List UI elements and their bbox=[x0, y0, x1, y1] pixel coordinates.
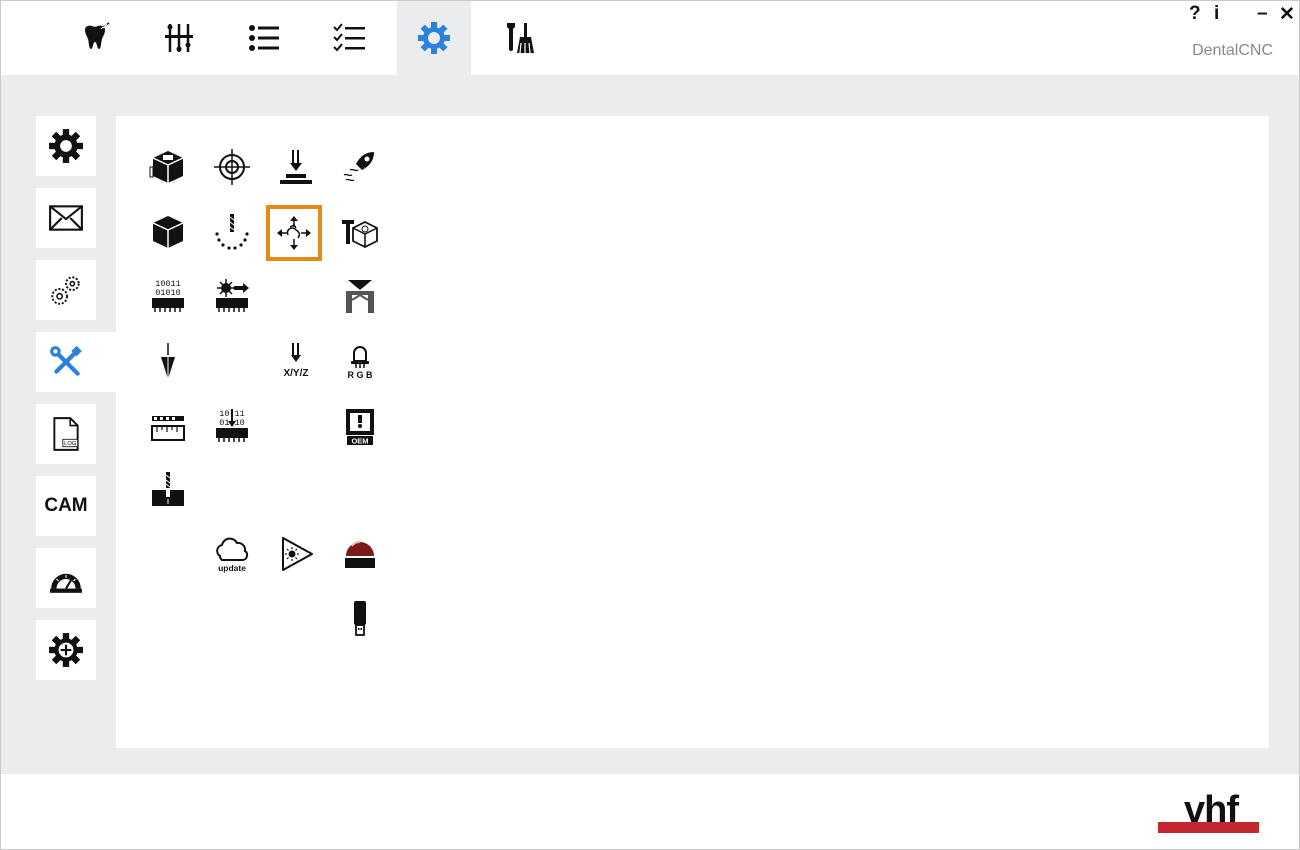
cloud-update-icon: update bbox=[216, 537, 249, 573]
tab-checklist[interactable] bbox=[312, 1, 386, 75]
help-button[interactable]: ? bbox=[1189, 3, 1201, 25]
tool-length-button[interactable] bbox=[274, 145, 318, 189]
usb-button[interactable] bbox=[338, 596, 382, 640]
axis-move-button[interactable] bbox=[266, 205, 322, 261]
ruler-button[interactable] bbox=[146, 404, 190, 448]
blank-box-button[interactable] bbox=[146, 145, 190, 189]
clamp-icon bbox=[346, 280, 374, 313]
top-toolbar: ? i – ✕ DentalCNC bbox=[1, 1, 1299, 75]
tab-list[interactable] bbox=[227, 1, 301, 75]
envelope-icon bbox=[49, 205, 83, 231]
usb-stick-icon bbox=[354, 601, 366, 636]
info-button[interactable]: i bbox=[1214, 3, 1219, 25]
box-3d-icon bbox=[149, 151, 184, 183]
ruler-icon bbox=[151, 416, 185, 441]
gear-plus-icon bbox=[49, 633, 83, 667]
list-icon bbox=[249, 25, 279, 51]
chip-import-icon: 10 1101 10 bbox=[216, 409, 248, 442]
cloud-update-button[interactable]: update bbox=[210, 532, 254, 576]
rgb-led-button[interactable]: R G B bbox=[338, 339, 382, 383]
crosshair-icon bbox=[214, 149, 250, 185]
xyz-label: X/Y/Z bbox=[283, 368, 308, 379]
sidebar-item-gears[interactable] bbox=[36, 260, 96, 320]
cube-button[interactable] bbox=[146, 210, 190, 254]
axis-move-icon bbox=[277, 216, 311, 250]
status-lamp-icon bbox=[345, 541, 375, 568]
hammer-box-button[interactable] bbox=[338, 210, 382, 254]
firmware-button[interactable]: 10011 01010 bbox=[146, 274, 190, 318]
xyz-probe-button[interactable]: X/Y/Z bbox=[274, 339, 318, 383]
vhf-logo: vhf bbox=[1158, 790, 1260, 834]
chip-export-icon bbox=[216, 279, 249, 312]
log-file-icon: LOG bbox=[53, 417, 79, 451]
sidebar-item-settings[interactable] bbox=[36, 116, 96, 176]
log-label: LOG bbox=[64, 441, 77, 447]
mill-block-icon bbox=[152, 472, 184, 506]
drill-path-button[interactable] bbox=[210, 210, 254, 254]
protractor-icon bbox=[50, 573, 82, 593]
clamp-button[interactable] bbox=[338, 274, 382, 318]
cam-label: CAM bbox=[44, 495, 88, 516]
tooth-icon bbox=[85, 22, 110, 49]
maintenance-tools-icon bbox=[507, 23, 534, 54]
tools-icon bbox=[50, 345, 82, 376]
gears-icon bbox=[51, 276, 80, 305]
update-label: update bbox=[218, 563, 246, 573]
firmware-export-button[interactable] bbox=[210, 274, 254, 318]
oem-label: OEM bbox=[351, 437, 368, 446]
binary-label-b: 01010 bbox=[155, 288, 181, 298]
tab-settings[interactable] bbox=[397, 1, 471, 75]
xyz-probe-icon: X/Y/Z bbox=[283, 343, 309, 379]
gear-icon bbox=[49, 129, 83, 163]
settings-panel bbox=[116, 116, 1269, 748]
plumb-bob-icon bbox=[161, 343, 175, 379]
minimize-button[interactable]: – bbox=[1257, 3, 1268, 25]
checklist-icon bbox=[333, 23, 365, 52]
sliders-icon bbox=[165, 24, 193, 52]
oem-icon: OEM bbox=[346, 409, 374, 446]
sidebar-item-extensions[interactable] bbox=[36, 620, 96, 680]
tab-tooth[interactable] bbox=[58, 1, 132, 75]
status-light-button[interactable] bbox=[338, 532, 382, 576]
gear-icon bbox=[418, 22, 450, 54]
logo-text: vhf bbox=[1184, 789, 1239, 831]
target-button[interactable] bbox=[210, 145, 254, 189]
sidebar-item-cam[interactable]: CAM bbox=[36, 476, 96, 536]
tab-maintenance[interactable] bbox=[482, 1, 556, 75]
firmware-import-button[interactable]: 10 11 01 10 bbox=[210, 404, 254, 448]
hammer-box-icon bbox=[342, 220, 378, 249]
light-play-icon bbox=[282, 537, 313, 571]
rocket-button[interactable] bbox=[338, 145, 382, 189]
led-icon: R G B bbox=[347, 346, 373, 380]
footer bbox=[1, 774, 1299, 848]
sidebar-item-tools[interactable] bbox=[36, 332, 116, 392]
chip-binary-icon: 1001101010 bbox=[152, 279, 184, 312]
light-play-button[interactable] bbox=[274, 532, 318, 576]
sidebar-item-messages[interactable] bbox=[36, 188, 96, 248]
close-button[interactable]: ✕ bbox=[1279, 3, 1295, 26]
rgb-label: R G B bbox=[347, 370, 373, 380]
tab-sliders[interactable] bbox=[142, 1, 216, 75]
sidebar-item-calibration[interactable] bbox=[36, 548, 96, 608]
tool-probe-icon bbox=[280, 150, 312, 184]
app-name: DentalCNC bbox=[1192, 42, 1273, 59]
oem-button[interactable]: OEM bbox=[338, 404, 382, 448]
mill-depth-button[interactable] bbox=[146, 468, 190, 512]
cube-icon bbox=[152, 216, 184, 248]
drill-dots-icon bbox=[215, 214, 249, 250]
sidebar-item-log[interactable]: LOG bbox=[36, 404, 96, 464]
rocket-icon bbox=[343, 152, 374, 182]
plumb-button[interactable] bbox=[146, 339, 190, 383]
